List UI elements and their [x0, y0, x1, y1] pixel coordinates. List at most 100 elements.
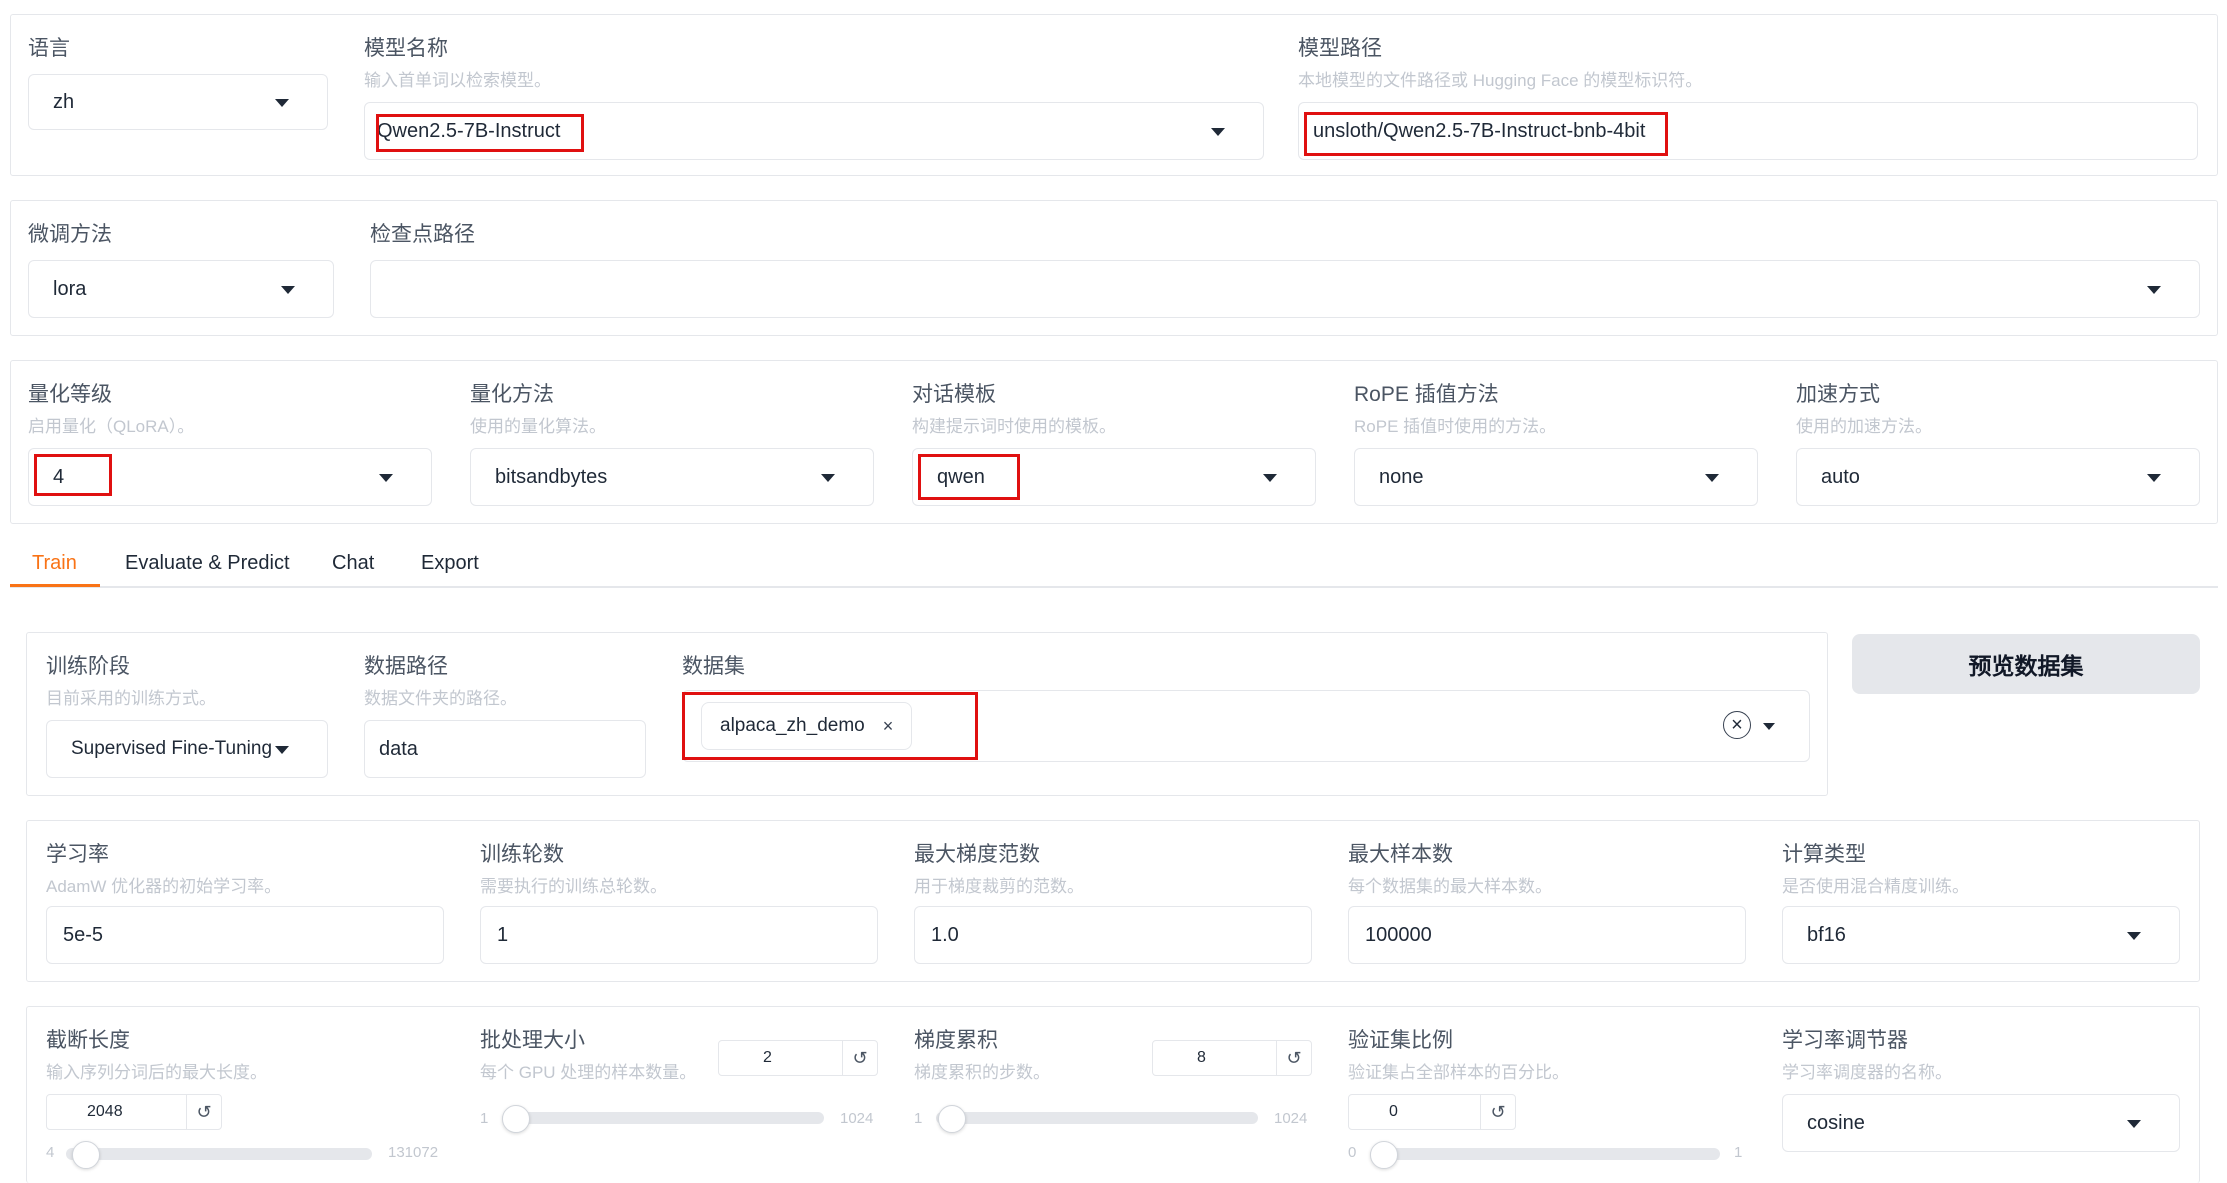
cutoff-slider-track[interactable]	[66, 1148, 372, 1160]
max-samples-value: 100000	[1365, 923, 1432, 946]
batch-size-slider-track[interactable]	[502, 1112, 824, 1124]
model-name-info: 输入首单词以检索模型。	[364, 71, 551, 90]
model-name-highlight	[376, 114, 584, 152]
chevron-down-icon	[379, 474, 393, 482]
lr-input[interactable]: 5e-5	[46, 906, 444, 964]
val-size-min: 0	[1348, 1144, 1357, 1161]
scheduler-info: 学习率调度器的名称。	[1782, 1063, 1952, 1082]
chevron-down-icon	[1705, 474, 1719, 482]
max-samples-input[interactable]: 100000	[1348, 906, 1746, 964]
val-size-info: 验证集占全部样本的百分比。	[1348, 1063, 1569, 1082]
grad-accum-max: 1024	[1274, 1110, 1308, 1127]
checkpoint-dropdown[interactable]	[370, 260, 2200, 318]
chevron-down-icon[interactable]	[1763, 723, 1775, 730]
cutoff-info: 输入序列分词后的最大长度。	[46, 1063, 267, 1082]
grad-accum-number-input[interactable]: 8 ↺	[1152, 1040, 1312, 1076]
lr-value: 5e-5	[63, 923, 104, 946]
clear-icon[interactable]: ×	[1723, 711, 1751, 739]
batch-size-number-input[interactable]: 2 ↺	[718, 1040, 878, 1076]
tab-evaluate-predict[interactable]: Evaluate & Predict	[125, 552, 290, 575]
val-size-number-input[interactable]: 0 ↺	[1348, 1094, 1516, 1130]
lang-label: 语言	[28, 37, 70, 60]
max-grad-norm-label: 最大梯度范数	[914, 843, 1040, 866]
template-highlight	[918, 454, 1020, 500]
lang-dropdown[interactable]: zh	[28, 74, 328, 130]
val-size-label: 验证集比例	[1348, 1029, 1453, 1052]
reset-icon[interactable]: ↺	[1276, 1041, 1311, 1075]
compute-type-info: 是否使用混合精度训练。	[1782, 877, 1969, 896]
epochs-input[interactable]: 1	[480, 906, 878, 964]
model-path-highlight	[1304, 112, 1668, 156]
quant-bit-info: 启用量化（QLoRA）。	[28, 417, 195, 436]
val-size-slider-thumb[interactable]	[1370, 1141, 1398, 1169]
dataset-highlight	[682, 692, 978, 760]
cutoff-max: 131072	[388, 1144, 439, 1161]
quant-method-info: 使用的量化算法。	[470, 417, 606, 436]
dataset-dir-info: 数据文件夹的路径。	[364, 689, 517, 708]
batch-size-value: 2	[763, 1049, 772, 1066]
cutoff-number-input[interactable]: 2048 ↺	[46, 1094, 222, 1130]
rope-dropdown[interactable]: none	[1354, 448, 1758, 506]
chevron-down-icon	[1263, 474, 1277, 482]
max-grad-norm-info: 用于梯度裁剪的范数。	[914, 877, 1084, 896]
booster-dropdown[interactable]: auto	[1796, 448, 2200, 506]
rope-info: RoPE 插值时使用的方法。	[1354, 417, 1557, 436]
val-size-slider-track[interactable]	[1370, 1148, 1720, 1160]
epochs-info: 需要执行的训练总轮数。	[480, 877, 667, 896]
grad-accum-value: 8	[1197, 1049, 1206, 1066]
batch-size-slider-thumb[interactable]	[502, 1105, 530, 1133]
stage-dropdown[interactable]: Supervised Fine-Tuning	[46, 720, 328, 778]
lr-info: AdamW 优化器的初始学习率。	[46, 877, 282, 896]
epochs-label: 训练轮数	[480, 843, 564, 866]
val-size-max: 1	[1734, 1144, 1743, 1161]
scheduler-label: 学习率调节器	[1782, 1029, 1908, 1052]
grad-accum-slider-thumb[interactable]	[938, 1105, 966, 1133]
cutoff-slider-thumb[interactable]	[72, 1141, 100, 1169]
val-size-value: 0	[1389, 1103, 1398, 1120]
tab-train[interactable]: Train	[32, 552, 77, 575]
checkpoint-label: 检查点路径	[370, 223, 475, 246]
dataset-dir-label: 数据路径	[364, 655, 448, 678]
model-path-label: 模型路径	[1298, 37, 1382, 60]
batch-size-max: 1024	[840, 1110, 874, 1127]
tab-chat[interactable]: Chat	[332, 552, 374, 575]
chevron-down-icon	[275, 746, 289, 754]
compute-type-label: 计算类型	[1782, 843, 1866, 866]
finetune-dropdown[interactable]: lora	[28, 260, 334, 318]
reset-icon[interactable]: ↺	[842, 1041, 877, 1075]
reset-icon[interactable]: ↺	[186, 1095, 221, 1129]
chevron-down-icon	[821, 474, 835, 482]
quant-method-label: 量化方法	[470, 383, 554, 406]
scheduler-dropdown[interactable]: cosine	[1782, 1094, 2180, 1152]
chevron-down-icon	[2127, 932, 2141, 940]
epochs-value: 1	[497, 923, 509, 946]
template-info: 构建提示词时使用的模板。	[912, 417, 1116, 436]
model-name-label: 模型名称	[364, 37, 448, 60]
grad-accum-slider-track[interactable]	[936, 1112, 1258, 1124]
max-grad-norm-input[interactable]: 1.0	[914, 906, 1312, 964]
preview-dataset-button[interactable]: 预览数据集	[1852, 634, 2200, 694]
chevron-down-icon	[2147, 474, 2161, 482]
preview-dataset-label: 预览数据集	[1968, 653, 2084, 679]
quant-bit-label: 量化等级	[28, 383, 112, 406]
tab-bar-divider	[10, 586, 2218, 588]
batch-size-info: 每个 GPU 处理的样本数量。	[480, 1063, 697, 1082]
compute-type-value: bf16	[1807, 923, 1846, 946]
chevron-down-icon	[2127, 1120, 2141, 1128]
batch-size-min: 1	[480, 1110, 489, 1127]
compute-type-dropdown[interactable]: bf16	[1782, 906, 2180, 964]
reset-icon[interactable]: ↺	[1480, 1095, 1515, 1129]
booster-info: 使用的加速方法。	[1796, 417, 1932, 436]
tab-export[interactable]: Export	[421, 552, 479, 575]
chevron-down-icon	[281, 286, 295, 294]
cutoff-min: 4	[46, 1144, 55, 1161]
tab-train-underline	[10, 584, 100, 587]
finetune-label: 微调方法	[28, 223, 112, 246]
dataset-dir-input[interactable]: data	[364, 720, 646, 778]
rope-value: none	[1379, 465, 1424, 488]
chevron-down-icon	[1211, 128, 1225, 136]
finetune-value: lora	[53, 277, 87, 300]
quant-method-dropdown[interactable]: bitsandbytes	[470, 448, 874, 506]
clear-icon-glyph: ×	[1731, 713, 1743, 736]
scheduler-value: cosine	[1807, 1111, 1865, 1134]
